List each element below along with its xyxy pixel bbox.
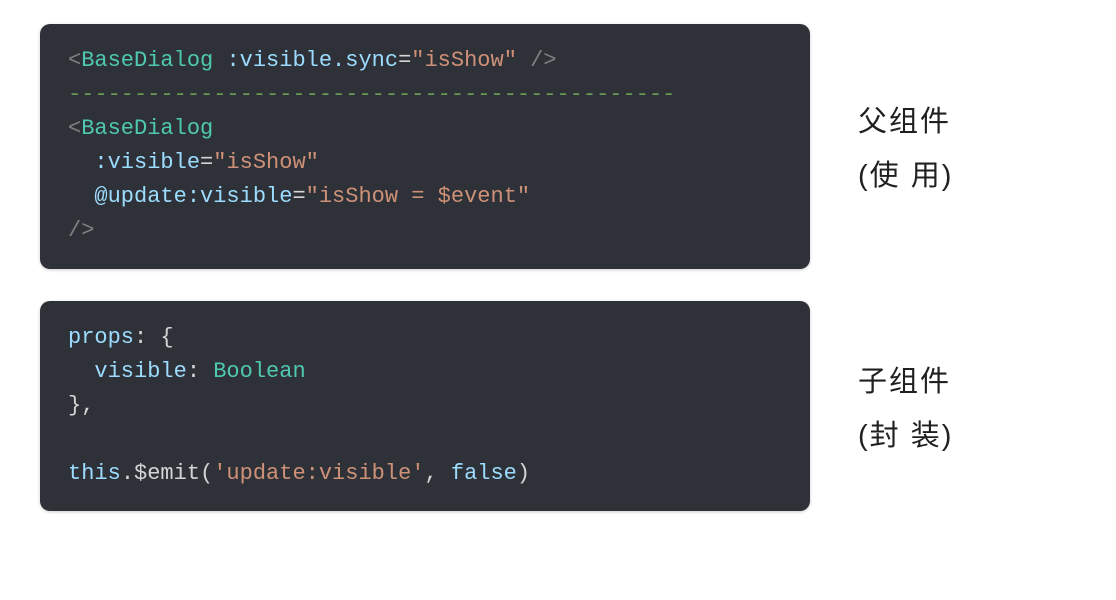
dash-separator: ----------------------------------------… <box>68 82 675 107</box>
open-paren: ( <box>200 461 213 486</box>
attr-update-visible: @update:visible <box>94 184 292 209</box>
comma: , <box>81 393 94 418</box>
parent-row: <BaseDialog :visible.sync="isShow" /> --… <box>40 24 1076 269</box>
tag-name: BaseDialog <box>81 48 213 73</box>
parent-code-block: <BaseDialog :visible.sync="isShow" /> --… <box>40 24 810 269</box>
colon-2: : <box>187 359 200 384</box>
arg-2: false <box>451 461 517 486</box>
equals-3: = <box>292 184 305 209</box>
dot: . <box>121 461 134 486</box>
colon-1: : <box>134 325 147 350</box>
close-brace: } <box>68 393 81 418</box>
emit-method: $emit <box>134 461 200 486</box>
child-label: 子组件 (封 装) <box>858 358 953 454</box>
close-tag: /> <box>68 218 94 243</box>
this-keyword: this <box>68 461 121 486</box>
angle-open-2: < <box>68 116 81 141</box>
string-isshow: "isShow" <box>411 48 517 73</box>
close-paren: ) <box>517 461 530 486</box>
child-label-title: 子组件 <box>858 358 951 400</box>
child-label-sub: (封 装) <box>858 412 953 454</box>
equals-2: = <box>200 150 213 175</box>
child-row: props: { visible: Boolean }, this.$emit(… <box>40 301 1076 511</box>
open-brace: { <box>147 325 173 350</box>
arg-1: 'update:visible' <box>213 461 424 486</box>
arg-sep: , <box>424 461 450 486</box>
parent-label-title: 父组件 <box>858 98 951 140</box>
equals: = <box>398 48 411 73</box>
boolean-type: Boolean <box>213 359 305 384</box>
string-expr: "isShow = $event" <box>306 184 530 209</box>
visible-key: visible <box>94 359 186 384</box>
attr-visible-sync: :visible.sync <box>226 48 398 73</box>
parent-label: 父组件 (使 用) <box>858 98 953 194</box>
string-isshow-2: "isShow" <box>213 150 319 175</box>
child-code-block: props: { visible: Boolean }, this.$emit(… <box>40 301 810 511</box>
angle-open: < <box>68 48 81 73</box>
self-close: /> <box>517 48 557 73</box>
parent-label-sub: (使 用) <box>858 152 953 194</box>
tag-name-2: BaseDialog <box>81 116 213 141</box>
props-key: props <box>68 325 134 350</box>
attr-visible: :visible <box>94 150 200 175</box>
